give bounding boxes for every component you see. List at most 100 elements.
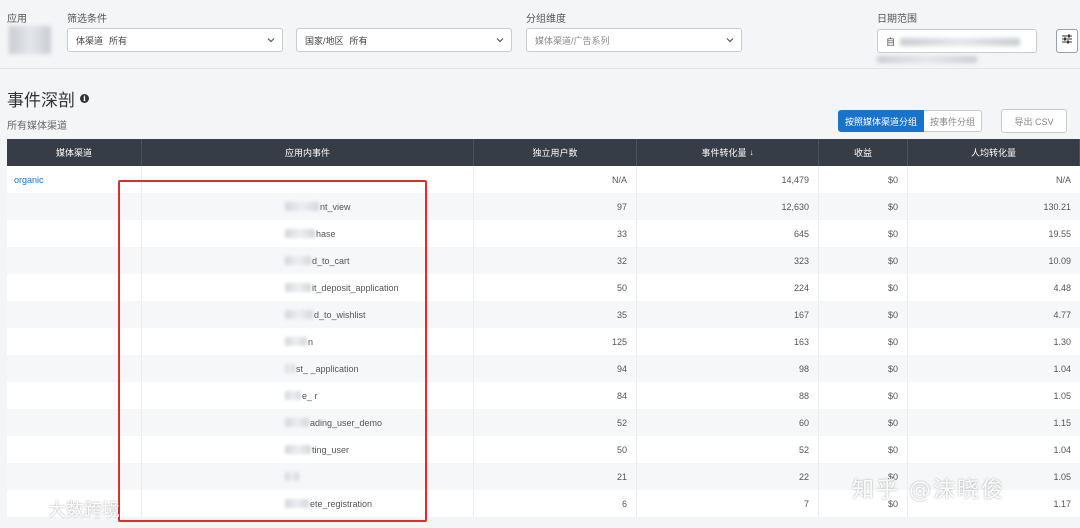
table-body: organic N/A 14,479 $0 N/A nt_view 97 12,630 $0 13… <box>7 166 1080 517</box>
cell-event-conversions: 645 <box>637 220 819 247</box>
event-name-text: ting_user <box>312 444 350 455</box>
table-row: ading_user_demo 52 60 $0 1.15 <box>7 409 1080 436</box>
cell-event-name: n <box>142 328 474 355</box>
redacted-mask <box>285 202 319 211</box>
cell-media-channel[interactable]: organic <box>7 166 142 193</box>
event-name-text: d_to_cart <box>312 255 350 266</box>
cell-per-user-conversions: 4.77 <box>1053 309 1071 320</box>
page-subtitle: 所有媒体渠道 <box>7 121 67 132</box>
event-name-text: n <box>308 336 314 347</box>
table-row: hase 33 645 $0 19.55 <box>7 220 1080 247</box>
event-name-text: ading_user_demo <box>310 417 383 428</box>
cell-event-conversions: 88 <box>637 382 819 409</box>
info-icon[interactable]: i <box>80 94 89 103</box>
col-header-users[interactable]: 独立用户数 <box>474 139 637 166</box>
brand-watermark: 大数跨境 <box>10 496 120 522</box>
cell-media-channel <box>7 247 142 274</box>
event-name-text: hase <box>316 228 336 239</box>
page-title: 事件深剖 i <box>7 86 89 111</box>
table-row: organic N/A 14,479 $0 N/A <box>7 166 1080 193</box>
cell-unique-users: 50 <box>474 274 637 301</box>
cell-event-name: d_to_wishlist <box>142 301 474 328</box>
cell-event-name: nt_view <box>142 193 474 220</box>
group-select-value: 媒体渠道/广告系列 <box>535 35 610 46</box>
cell-event-name: ting_user <box>142 436 474 463</box>
brand-logo-icon <box>10 498 44 520</box>
col-header-per-user[interactable]: 人均转化量 <box>908 139 1080 166</box>
table-row: d_to_cart 32 323 $0 10.09 <box>7 247 1080 274</box>
cell-unique-users: N/A <box>474 166 637 193</box>
cell-per-user-conversions: 1.05 <box>1053 390 1071 401</box>
app-label: 应用 <box>7 14 27 25</box>
cell-event-conversions: 52 <box>637 436 819 463</box>
table-row: d_to_wishlist 35 167 $0 4.77 <box>7 301 1080 328</box>
zhihu-watermark: 知乎 @沫晓俊 <box>852 478 1005 503</box>
date-range-value: 自 <box>886 36 896 47</box>
cell-event-name <box>142 463 474 490</box>
cell-event-name: it_deposit_application <box>142 274 474 301</box>
group-by-media-button[interactable]: 按照媒体渠道分组 <box>838 110 925 132</box>
table-header: 媒体渠道 应用内事件 独立用户数 事件转化量 ↓ 收益 人均转化量 <box>7 139 1080 166</box>
cell-event-conversions: 323 <box>637 247 819 274</box>
cell-event-conversions: 14,479 <box>637 166 819 193</box>
cell-event-name: ete_registration <box>142 490 474 517</box>
chevron-down-icon <box>725 35 735 45</box>
cell-media-channel <box>7 436 142 463</box>
header-divider <box>0 68 1080 69</box>
cell-event-name: ading_user_demo <box>142 409 474 436</box>
cell-revenue: $0 <box>819 436 908 463</box>
event-name-text: d_to_wishlist <box>314 309 366 320</box>
cell-event-name <box>142 166 474 193</box>
cell-revenue: $0 <box>819 328 908 355</box>
redacted-mask <box>285 310 313 319</box>
cell-unique-users: 21 <box>474 463 637 490</box>
cell-media-channel <box>7 193 142 220</box>
redacted-mask <box>285 364 295 373</box>
redacted-mask <box>285 472 299 481</box>
group-toggle: 按照媒体渠道分组 按事件分组 <box>838 110 983 132</box>
group-by-event-button[interactable]: 按事件分组 <box>924 110 983 132</box>
col-header-media[interactable]: 媒体渠道 <box>7 139 142 166</box>
cell-per-user-conversions: 10.09 <box>1048 255 1071 266</box>
table-row: ting_user 50 52 $0 1.04 <box>7 436 1080 463</box>
cell-event-conversions: 98 <box>637 355 819 382</box>
group-by-select[interactable]: 媒体渠道/广告系列 <box>526 28 742 52</box>
app-icon-blurred[interactable] <box>9 26 51 54</box>
media-select-value: 所有 <box>109 35 128 46</box>
col-header-conversions-label: 事件转化量 <box>701 148 747 158</box>
filter-bar: 应用 筛选条件 体渠道 所有 国家/地区 所有 分组维度 媒体渠道/广告系列 日… <box>0 0 1080 68</box>
cell-revenue: $0 <box>819 382 908 409</box>
cell-media-channel <box>7 220 142 247</box>
cell-event-conversions: 60 <box>637 409 819 436</box>
date-label: 日期范围 <box>877 14 917 25</box>
cell-unique-users: 35 <box>474 301 637 328</box>
cell-event-conversions: 12,630 <box>637 193 819 220</box>
cell-event-name: hase <box>142 220 474 247</box>
media-source-select[interactable]: 体渠道 所有 <box>67 28 283 52</box>
cell-event-conversions: 22 <box>637 463 819 490</box>
country-select[interactable]: 国家/地区 所有 <box>296 28 512 52</box>
col-header-revenue[interactable]: 收益 <box>819 139 908 166</box>
date-range-picker[interactable]: 自 <box>877 29 1037 53</box>
page-title-text: 事件深剖 <box>7 91 75 110</box>
event-name-text: st_ _application <box>296 363 359 374</box>
cell-unique-users: 6 <box>474 490 637 517</box>
col-header-event[interactable]: 应用内事件 <box>142 139 474 166</box>
export-csv-button[interactable]: 导出 CSV <box>1001 109 1067 133</box>
cell-event-conversions: 163 <box>637 328 819 355</box>
redacted-mask <box>285 283 311 292</box>
redacted-mask <box>285 445 311 454</box>
cell-per-user-conversions: N/A <box>1055 174 1071 185</box>
brand-watermark-text: 大数跨境 <box>48 500 120 521</box>
cell-per-user-conversions: 19.55 <box>1048 228 1071 239</box>
cell-unique-users: 32 <box>474 247 637 274</box>
country-select-value: 所有 <box>349 35 368 46</box>
country-select-prefix: 国家/地区 <box>305 35 344 46</box>
cell-revenue: $0 <box>819 355 908 382</box>
settings-sliders-button[interactable] <box>1056 29 1078 53</box>
col-header-conversions[interactable]: 事件转化量 ↓ <box>637 139 819 166</box>
sliders-icon <box>1061 32 1073 50</box>
chevron-down-icon <box>266 35 276 45</box>
cell-per-user-conversions: 4.48 <box>1053 282 1071 293</box>
cell-revenue: $0 <box>819 220 908 247</box>
